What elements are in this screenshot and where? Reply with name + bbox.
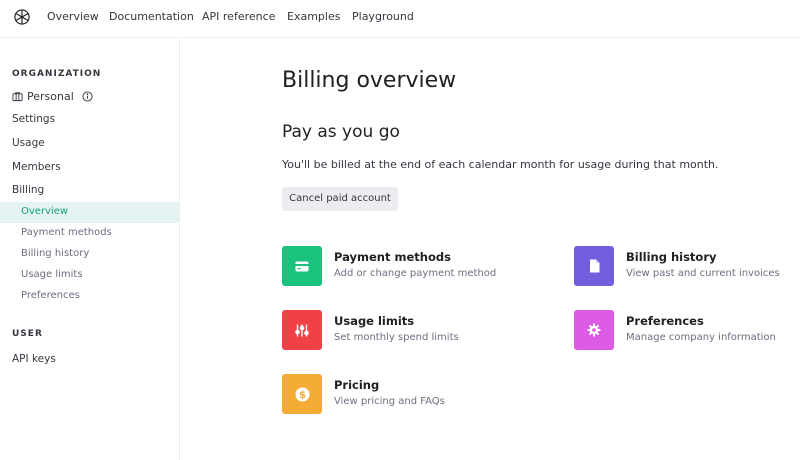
dollar-icon: $ xyxy=(295,387,309,401)
card-preferences[interactable]: Preferences Manage company information xyxy=(574,310,800,352)
user-heading: USER xyxy=(12,329,43,339)
card-subtitle: Manage company information xyxy=(626,332,776,343)
nav-examples[interactable]: Examples xyxy=(287,10,340,23)
svg-text:$: $ xyxy=(299,390,306,401)
card-title: Payment methods xyxy=(334,250,451,264)
top-navigation: Overview Documentation API reference Exa… xyxy=(0,0,800,38)
sidebar-item-members[interactable]: Members xyxy=(12,161,61,173)
sidebar-subitem-preferences[interactable]: Preferences xyxy=(21,290,80,301)
payment-methods-tile xyxy=(282,246,322,286)
card-billing-history[interactable]: Billing history View past and current in… xyxy=(574,246,800,288)
sidebar-item-usage[interactable]: Usage xyxy=(12,137,45,149)
nav-playground[interactable]: Playground xyxy=(352,10,414,23)
usage-limits-tile xyxy=(282,310,322,350)
org-selector[interactable]: Personal xyxy=(12,89,93,103)
nav-api-reference[interactable]: API reference xyxy=(202,10,275,23)
credit-card-icon xyxy=(295,261,309,271)
document-icon xyxy=(589,259,599,273)
card-pricing[interactable]: $ Pricing View pricing and FAQs xyxy=(282,374,512,416)
card-usage-limits[interactable]: Usage limits Set monthly spend limits xyxy=(282,310,512,352)
sidebar-subitem-usage-limits[interactable]: Usage limits xyxy=(21,269,83,280)
card-title: Billing history xyxy=(626,250,717,264)
card-payment-methods[interactable]: Payment methods Add or change payment me… xyxy=(282,246,512,288)
billing-description: You'll be billed at the end of each cale… xyxy=(282,158,719,171)
cancel-paid-account-button[interactable]: Cancel paid account xyxy=(282,187,398,211)
sidebar-item-api-keys[interactable]: API keys xyxy=(12,353,56,365)
card-subtitle: View pricing and FAQs xyxy=(334,396,445,407)
card-subtitle: Add or change payment method xyxy=(334,268,497,279)
sidebar: ORGANIZATION Personal Settings Usage Mem… xyxy=(0,39,180,460)
sliders-icon xyxy=(295,324,309,336)
sidebar-subitem-overview[interactable]: Overview xyxy=(21,206,68,217)
sidebar-subitem-payment-methods[interactable]: Payment methods xyxy=(21,227,112,238)
org-heading: ORGANIZATION xyxy=(12,69,102,79)
card-title: Pricing xyxy=(334,378,380,392)
nav-overview[interactable]: Overview xyxy=(47,10,99,23)
page-title: Billing overview xyxy=(282,68,457,93)
card-subtitle: Set monthly spend limits xyxy=(334,332,459,343)
sidebar-item-settings[interactable]: Settings xyxy=(12,113,55,125)
sidebar-subitem-billing-history[interactable]: Billing history xyxy=(21,248,89,259)
org-name: Personal xyxy=(27,89,74,103)
openai-logo-icon[interactable] xyxy=(12,7,32,27)
briefcase-icon xyxy=(12,91,23,101)
section-title: Pay as you go xyxy=(282,122,400,142)
sidebar-item-billing[interactable]: Billing xyxy=(12,184,44,196)
preferences-tile xyxy=(574,310,614,350)
card-subtitle: View past and current invoices xyxy=(626,268,780,279)
nav-documentation[interactable]: Documentation xyxy=(109,10,194,23)
billing-history-tile xyxy=(574,246,614,286)
gear-icon xyxy=(587,323,601,337)
card-title: Preferences xyxy=(626,314,704,328)
info-icon[interactable] xyxy=(82,90,93,102)
pricing-tile: $ xyxy=(282,374,322,414)
card-title: Usage limits xyxy=(334,314,415,328)
